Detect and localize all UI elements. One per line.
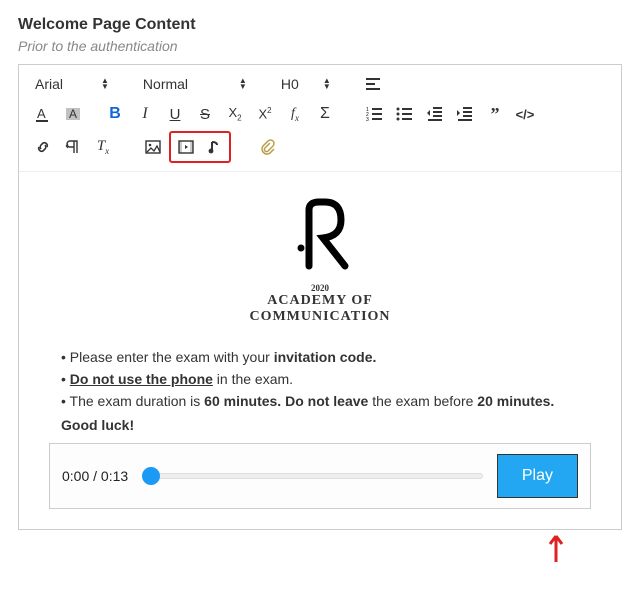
logo-line2: COMMUNICATION <box>49 309 591 325</box>
player-seek[interactable] <box>142 470 483 482</box>
image-button[interactable] <box>139 134 167 160</box>
text-color-button[interactable]: A <box>29 101 57 127</box>
arrow-annotation <box>18 534 622 567</box>
chevron-updown-icon: ▲▼ <box>323 78 331 90</box>
align-button[interactable] <box>359 71 387 97</box>
outdent-button[interactable] <box>421 101 449 127</box>
logo: 2020 ACADEMY OF COMMUNICATION <box>49 196 591 325</box>
ordered-list-button[interactable]: 123 <box>361 101 389 127</box>
font-family-select[interactable]: Arial ▲▼ <box>29 71 115 97</box>
quote-button[interactable]: ” <box>481 101 509 127</box>
strikethrough-button[interactable]: S <box>191 101 219 127</box>
underline-button[interactable]: U <box>161 101 189 127</box>
seek-thumb-icon[interactable] <box>142 467 160 485</box>
attachment-button[interactable] <box>253 134 281 160</box>
code-button[interactable]: </> <box>511 101 539 127</box>
heading-select[interactable]: H0 ▲▼ <box>275 71 337 97</box>
font-size-select[interactable]: Normal ▲▼ <box>137 71 253 97</box>
list-item: Do not use the phone in the exam. <box>61 371 591 387</box>
audio-player: 0:00 / 0:13 Play <box>49 443 591 509</box>
bold-button[interactable]: B <box>101 101 129 127</box>
italic-button[interactable]: I <box>131 101 159 127</box>
logo-year: 2020 <box>49 283 591 293</box>
editor-container: Arial ▲▼ Normal ▲▼ H0 ▲▼ <box>18 64 622 530</box>
subscript-button[interactable]: X2 <box>221 101 249 127</box>
video-button[interactable] <box>172 134 200 160</box>
editor-content[interactable]: 2020 ACADEMY OF COMMUNICATION Please ent… <box>19 172 621 529</box>
function-button[interactable]: fx <box>281 101 309 127</box>
highlight-button[interactable]: A <box>59 101 87 127</box>
audio-button[interactable] <box>200 134 228 160</box>
paragraph-button[interactable] <box>59 134 87 160</box>
media-buttons-highlight <box>169 131 231 163</box>
link-button[interactable] <box>29 134 57 160</box>
indent-button[interactable] <box>451 101 479 127</box>
instructions-list: Please enter the exam with your invitati… <box>49 349 591 409</box>
player-time: 0:00 / 0:13 <box>62 468 128 484</box>
list-item: Please enter the exam with your invitati… <box>61 349 591 365</box>
superscript-button[interactable]: X2 <box>251 101 279 127</box>
logo-line1: ACADEMY OF <box>49 293 591 309</box>
svg-text:3: 3 <box>366 117 369 123</box>
clear-format-button[interactable]: Tx <box>89 134 117 160</box>
section-title: Welcome Page Content <box>18 16 622 34</box>
play-button[interactable]: Play <box>497 454 578 498</box>
list-item: The exam duration is 60 minutes. Do not … <box>61 393 591 409</box>
unordered-list-button[interactable] <box>391 101 419 127</box>
section-subtitle: Prior to the authentication <box>18 38 622 54</box>
good-luck-text: Good luck! <box>61 417 591 433</box>
toolbar: Arial ▲▼ Normal ▲▼ H0 ▲▼ <box>19 65 621 172</box>
chevron-updown-icon: ▲▼ <box>239 78 247 90</box>
sigma-button[interactable]: Σ <box>311 101 339 127</box>
chevron-updown-icon: ▲▼ <box>101 78 109 90</box>
svg-text:A: A <box>69 107 77 121</box>
svg-text:A: A <box>37 106 46 121</box>
